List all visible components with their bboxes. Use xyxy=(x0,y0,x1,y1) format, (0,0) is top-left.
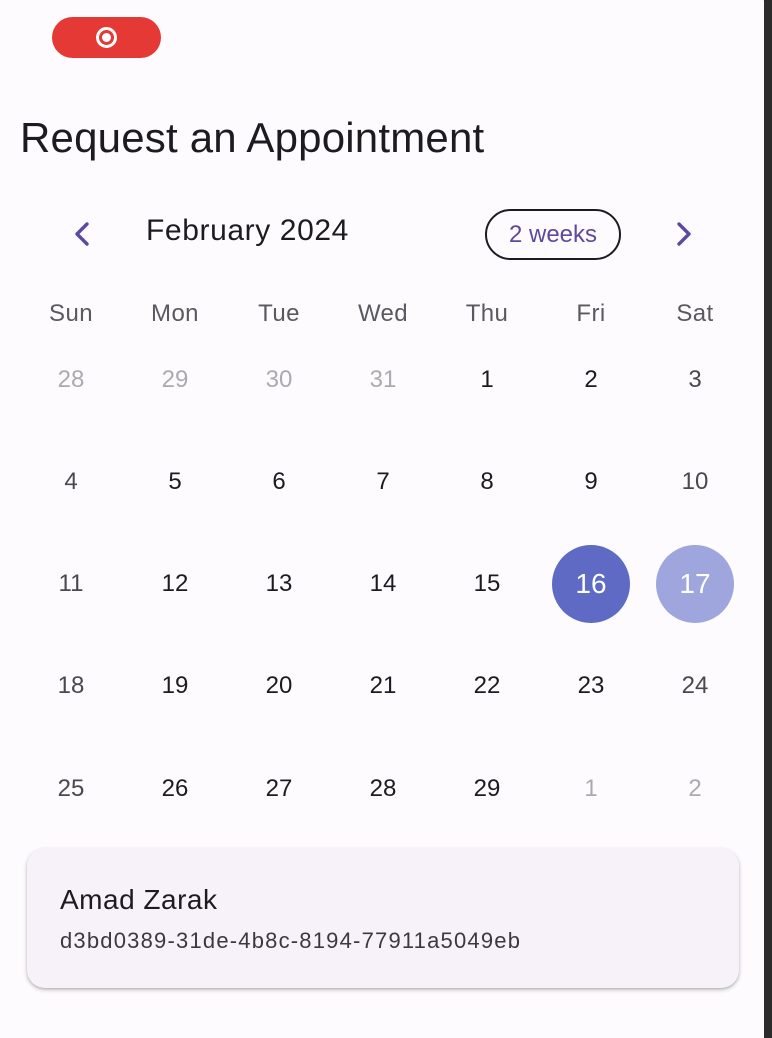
calendar-day[interactable]: 5 xyxy=(123,443,227,521)
next-month-button[interactable] xyxy=(660,210,708,258)
calendar-day[interactable]: 28 xyxy=(19,341,123,419)
calendar-day[interactable]: 12 xyxy=(123,545,227,623)
calendar-day[interactable]: 19 xyxy=(123,647,227,725)
calendar-day[interactable]: 14 xyxy=(331,545,435,623)
weekday-fri: Fri xyxy=(576,300,606,327)
calendar-day[interactable]: 23 xyxy=(539,647,643,725)
previous-month-button[interactable] xyxy=(58,210,106,258)
record-icon xyxy=(96,27,117,48)
weekday-sat: Sat xyxy=(676,300,714,327)
calendar-day[interactable]: 27 xyxy=(227,750,331,828)
calendar-day[interactable]: 13 xyxy=(227,545,331,623)
chevron-left-icon xyxy=(75,222,89,246)
chevron-right-icon xyxy=(677,222,691,246)
calendar-day[interactable]: 18 xyxy=(19,647,123,725)
month-label: February 2024 xyxy=(146,214,349,247)
provider-name: Amad Zarak xyxy=(60,884,218,915)
calendar-day[interactable]: 24 xyxy=(643,647,747,725)
calendar-day[interactable]: 11 xyxy=(19,545,123,623)
calendar-day[interactable]: 8 xyxy=(435,443,539,521)
calendar-day[interactable]: 2 xyxy=(643,750,747,828)
weekday-wed: Wed xyxy=(357,300,409,327)
weekday-tue: Tue xyxy=(258,300,300,327)
calendar-day[interactable]: 2 xyxy=(539,341,643,419)
recording-indicator[interactable] xyxy=(52,17,161,58)
calendar-format-button[interactable]: 2 weeks xyxy=(485,209,621,260)
calendar-day[interactable]: 28 xyxy=(331,750,435,828)
weekday-thu: Thu xyxy=(465,300,509,327)
selected-day-label: 16 xyxy=(552,545,630,623)
calendar-day[interactable]: 1 xyxy=(435,341,539,419)
calendar-day[interactable]: 10 xyxy=(643,443,747,521)
calendar-day-today[interactable]: 17 xyxy=(643,545,747,623)
calendar-day[interactable]: 7 xyxy=(331,443,435,521)
calendar-day[interactable]: 26 xyxy=(123,750,227,828)
weekday-mon: Mon xyxy=(151,300,199,327)
page-title: Request an Appointment xyxy=(20,114,485,161)
calendar-day[interactable]: 21 xyxy=(331,647,435,725)
provider-id: d3bd0389-31de-4b8c-8194-77911a5049eb xyxy=(60,928,522,953)
weekday-sun: Sun xyxy=(49,300,93,327)
calendar-day[interactable]: 29 xyxy=(435,750,539,828)
calendar-day[interactable]: 31 xyxy=(331,341,435,419)
today-day-label: 17 xyxy=(656,545,734,623)
provider-card[interactable]: Amad Zarak d3bd0389-31de-4b8c-8194-77911… xyxy=(27,848,739,988)
calendar-day[interactable]: 30 xyxy=(227,341,331,419)
calendar-day[interactable]: 25 xyxy=(19,750,123,828)
calendar-day-selected[interactable]: 16 xyxy=(539,545,643,623)
calendar-day[interactable]: 1 xyxy=(539,750,643,828)
calendar-day[interactable]: 6 xyxy=(227,443,331,521)
calendar-day[interactable]: 29 xyxy=(123,341,227,419)
calendar-day[interactable]: 4 xyxy=(19,443,123,521)
calendar-day[interactable]: 9 xyxy=(539,443,643,521)
calendar-day[interactable]: 3 xyxy=(643,341,747,419)
calendar-day[interactable]: 22 xyxy=(435,647,539,725)
calendar-day[interactable]: 20 xyxy=(227,647,331,725)
calendar-day[interactable]: 15 xyxy=(435,545,539,623)
